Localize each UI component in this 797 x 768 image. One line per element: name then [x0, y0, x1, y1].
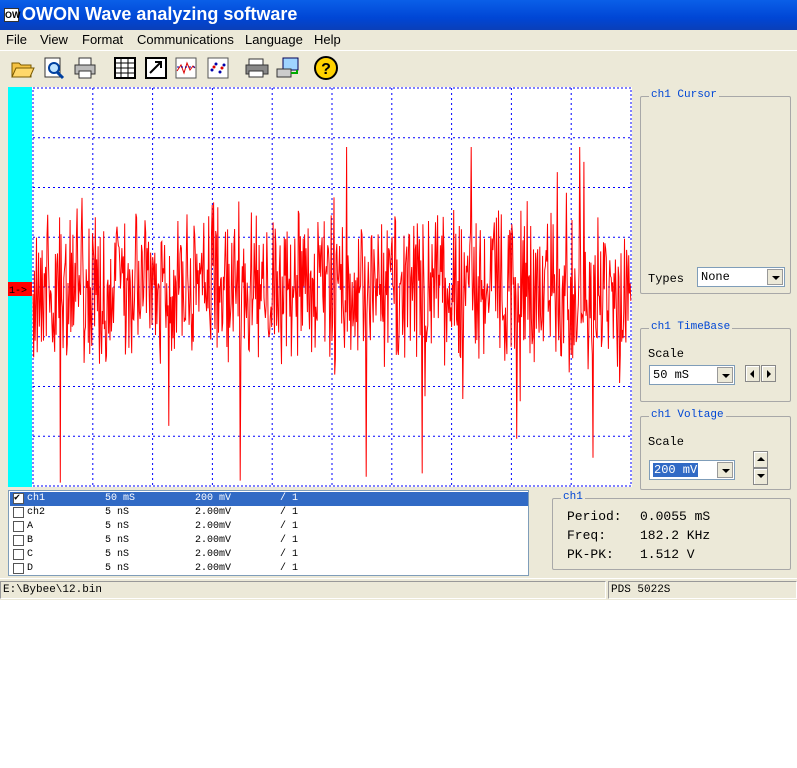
channel-voltage: 2.00mV: [195, 535, 232, 546]
channel-name: B: [27, 535, 34, 546]
channel-probe: / 1: [280, 507, 299, 518]
toolbar: ?: [0, 50, 797, 86]
voltage-down-arrow-icon[interactable]: [753, 468, 768, 485]
cursor-types-value: None: [701, 270, 730, 284]
b-checkbox[interactable]: [13, 535, 24, 546]
voltage-panel: ch1 Voltage Scale 200 mV: [640, 409, 791, 490]
channel-voltage: 2.00mV: [195, 549, 232, 560]
types-label: Types: [648, 272, 685, 286]
channel-probe: / 1: [280, 535, 299, 546]
channel-list[interactable]: ch1 50 mS 200 mV / 1 ch2 5 nS 2.00mV / 1…: [8, 490, 529, 576]
title-bar: OW OWON Wave analyzing software: [0, 0, 797, 30]
point-view-icon[interactable]: [205, 55, 231, 81]
pkpk-label: PK-PK:: [567, 547, 614, 562]
channel-row-d[interactable]: D 5 nS 2.00mV / 1: [10, 562, 528, 576]
oscilloscope-display[interactable]: 1->: [8, 87, 632, 487]
channel-timebase: 5 nS: [105, 549, 130, 560]
workspace: 1-> ch1 Cursor Types None ch1 TimeBase S…: [0, 86, 797, 578]
menu-help[interactable]: Help: [314, 32, 341, 47]
timebase-scale-label: Scale: [648, 347, 685, 361]
menu-format[interactable]: Format: [82, 32, 123, 47]
channel-voltage: 2.00mV: [195, 521, 232, 532]
channel-name: ch2: [27, 507, 46, 518]
channel-name: C: [27, 549, 34, 560]
period-label: Period:: [567, 509, 622, 524]
pkpk-value: 1.512 V: [640, 547, 695, 562]
freq-value: 182.2 KHz: [640, 528, 711, 543]
measurement-panel: ch1 Period: 0.0055 mS Freq: 182.2 KHz PK…: [552, 491, 791, 570]
ch1-checkbox[interactable]: [13, 492, 24, 504]
channel-timebase: 50 mS: [105, 493, 136, 504]
channel-name: D: [27, 563, 34, 574]
timebase-left-arrow-icon[interactable]: [745, 365, 760, 382]
print-icon[interactable]: [72, 55, 98, 81]
channel-probe: / 1: [280, 563, 299, 574]
ch1-zero-marker[interactable]: 1->: [9, 286, 27, 297]
channel-row-ch2[interactable]: ch2 5 nS 2.00mV / 1: [10, 506, 528, 520]
window-title: OWON Wave analyzing software: [22, 4, 298, 24]
menu-language[interactable]: Language: [245, 32, 303, 47]
waveform-canvas[interactable]: 1->: [8, 87, 632, 487]
voltage-scale-label: Scale: [648, 435, 685, 449]
help-icon[interactable]: ?: [313, 55, 339, 81]
timebase-scale-value: 50 mS: [653, 368, 690, 382]
voltage-up-arrow-icon[interactable]: [753, 451, 768, 468]
freq-label: Freq:: [567, 528, 607, 543]
channel-voltage: 200 mV: [195, 493, 232, 504]
d-checkbox[interactable]: [13, 563, 24, 574]
channel-row-c[interactable]: C 5 nS 2.00mV / 1: [10, 548, 528, 562]
chevron-down-icon[interactable]: [717, 462, 733, 478]
channel-row-a[interactable]: A 5 nS 2.00mV / 1: [10, 520, 528, 534]
channel-timebase: 5 nS: [105, 521, 130, 532]
timebase-right-arrow-icon[interactable]: [761, 365, 776, 382]
app-logo-icon[interactable]: OW: [4, 8, 21, 22]
channel-name: A: [27, 521, 34, 532]
open-folder-icon[interactable]: [9, 55, 35, 81]
svg-text:?: ?: [321, 61, 331, 78]
timebase-scale-select[interactable]: 50 mS: [649, 365, 735, 385]
timebase-panel-title: ch1 TimeBase: [649, 321, 733, 333]
channel-row-b[interactable]: B 5 nS 2.00mV / 1: [10, 534, 528, 548]
measurement-panel-title: ch1: [561, 491, 585, 503]
menu-view[interactable]: View: [40, 32, 68, 47]
channel-timebase: 5 nS: [105, 535, 130, 546]
chevron-down-icon[interactable]: [717, 367, 733, 383]
cursor-panel: ch1 Cursor Types None: [640, 89, 791, 294]
channel-probe: / 1: [280, 493, 299, 504]
timebase-panel: ch1 TimeBase Scale 50 mS: [640, 321, 791, 402]
connect-device-icon[interactable]: [275, 55, 301, 81]
status-bar: E:\Bybee\12.bin PDS 5022S: [0, 578, 797, 600]
channel-timebase: 5 nS: [105, 507, 130, 518]
voltage-scale-value[interactable]: 200 mV: [653, 463, 699, 477]
voltage-scale-select[interactable]: 200 mV: [649, 460, 735, 480]
menu-bar: File View Format Communications Language…: [0, 30, 797, 50]
waveform-view-icon[interactable]: [173, 55, 199, 81]
c-checkbox[interactable]: [13, 549, 24, 560]
period-value: 0.0055 mS: [640, 509, 711, 524]
a-checkbox[interactable]: [13, 521, 24, 532]
ch2-checkbox[interactable]: [13, 507, 24, 518]
table-view-icon[interactable]: [112, 55, 138, 81]
chevron-down-icon[interactable]: [767, 269, 783, 285]
ch1-waveform-trace: [32, 146, 632, 483]
status-device: PDS 5022S: [608, 581, 797, 599]
voltage-panel-title: ch1 Voltage: [649, 409, 726, 421]
channel-probe: / 1: [280, 521, 299, 532]
channel-timebase: 5 nS: [105, 563, 130, 574]
cursor-panel-title: ch1 Cursor: [649, 89, 720, 101]
printer-setup-icon[interactable]: [244, 55, 270, 81]
menu-file[interactable]: File: [6, 32, 27, 47]
channel-probe: / 1: [280, 549, 299, 560]
channel-row-ch1[interactable]: ch1 50 mS 200 mV / 1: [10, 492, 528, 506]
zoom-preview-icon[interactable]: [41, 55, 67, 81]
channel-voltage: 2.00mV: [195, 507, 232, 518]
status-file-path: E:\Bybee\12.bin: [0, 581, 606, 599]
export-icon[interactable]: [143, 55, 169, 81]
channel-voltage: 2.00mV: [195, 563, 232, 574]
channel-name: ch1: [27, 493, 46, 504]
cursor-types-select[interactable]: None: [697, 267, 785, 287]
menu-communications[interactable]: Communications: [137, 32, 234, 47]
